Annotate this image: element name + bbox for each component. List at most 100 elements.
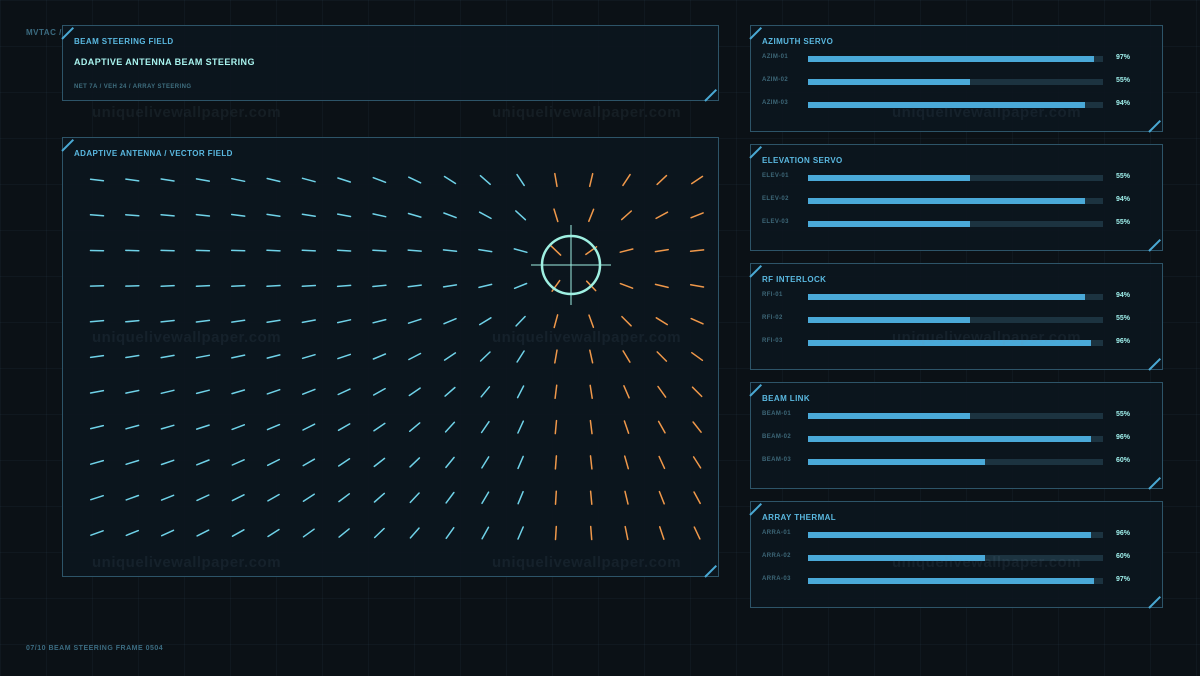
field-vector	[160, 213, 175, 217]
field-vector	[125, 319, 140, 323]
progress-fill	[808, 459, 985, 465]
status-row: ARRA-03 97%	[751, 574, 1162, 588]
status-row-label: BEAM-03	[762, 457, 792, 463]
field-vector	[481, 456, 490, 469]
field-vector	[301, 177, 316, 183]
status-row: BEAM-01 55%	[751, 409, 1162, 423]
field-vector	[301, 213, 316, 218]
field-vector	[338, 493, 351, 503]
status-row-value: 94%	[1116, 292, 1131, 299]
status-row: ARRA-01 96%	[751, 528, 1162, 542]
field-vector	[407, 284, 422, 288]
status-row-label: ELEV-02	[762, 196, 789, 202]
field-vector	[302, 458, 316, 467]
field-vector	[337, 177, 352, 183]
field-vector	[160, 178, 175, 182]
field-vector	[160, 494, 175, 501]
field-vector	[550, 245, 562, 256]
field-vector	[160, 389, 175, 395]
field-vector	[554, 455, 558, 470]
field-vector	[301, 319, 316, 324]
field-vector	[125, 494, 140, 501]
status-panel-title: BEAM LINK	[762, 394, 811, 403]
field-vector	[589, 455, 593, 470]
field-vector	[623, 420, 630, 434]
field-vector	[478, 283, 493, 289]
field-vector	[231, 424, 246, 431]
field-vector	[302, 528, 315, 538]
vector-field[interactable]	[63, 138, 718, 576]
status-row-value: 96%	[1116, 434, 1131, 441]
field-vector	[481, 526, 490, 540]
field-vector	[690, 212, 704, 219]
status-row: RFI-01 94%	[751, 290, 1162, 304]
field-vector	[589, 384, 593, 399]
progress-track	[808, 532, 1103, 538]
field-vector	[125, 459, 140, 466]
status-row-value: 55%	[1116, 411, 1131, 418]
field-vector	[89, 459, 105, 465]
field-vector	[338, 528, 350, 538]
field-vector	[589, 490, 593, 505]
field-vector	[656, 174, 668, 186]
field-vector	[692, 456, 702, 469]
progress-fill	[808, 294, 1086, 300]
field-vector	[658, 526, 665, 540]
field-vector	[444, 421, 456, 433]
corner-accent	[1149, 237, 1163, 251]
progress-fill	[808, 175, 971, 181]
field-vector	[481, 491, 490, 505]
field-vector	[125, 214, 140, 217]
field-vector	[409, 457, 421, 468]
field-vector	[408, 176, 422, 184]
progress-track	[808, 459, 1103, 465]
field-vector	[554, 384, 558, 400]
field-vector	[125, 529, 140, 537]
field-vector	[517, 420, 525, 434]
field-vector	[445, 456, 455, 469]
field-vector	[444, 386, 456, 397]
progress-track	[808, 221, 1103, 227]
field-vector	[516, 350, 525, 363]
field-vector	[554, 419, 558, 435]
progress-fill	[808, 436, 1092, 442]
field-vector	[336, 249, 352, 252]
progress-fill	[808, 317, 971, 323]
corner-accent	[1149, 118, 1163, 132]
status-row-label: AZIM-02	[762, 77, 789, 83]
field-vector	[266, 354, 281, 359]
field-vector	[301, 353, 316, 360]
field-vector	[553, 208, 559, 223]
target-reticle-icon[interactable]	[531, 225, 611, 305]
field-vector	[479, 174, 491, 186]
field-vector	[160, 284, 175, 287]
status-row: RFI-02 55%	[751, 313, 1162, 327]
field-vector	[624, 525, 629, 541]
field-vector	[372, 249, 387, 252]
field-vector	[373, 492, 386, 503]
status-row: AZIM-01 97%	[751, 52, 1162, 66]
corner-accent	[1149, 356, 1163, 370]
status-row-label: ARRA-03	[762, 576, 791, 582]
field-vector	[372, 176, 387, 184]
field-vector	[266, 423, 281, 431]
field-vector	[231, 459, 245, 466]
field-vector	[442, 284, 458, 288]
watermark: uniquelivewallpaper.com	[492, 554, 682, 571]
status-row-value: 94%	[1116, 100, 1131, 107]
field-vector	[230, 213, 246, 217]
watermark: uniquelivewallpaper.com	[892, 329, 1082, 346]
field-vector	[372, 213, 387, 218]
watermark: uniquelivewallpaper.com	[92, 104, 282, 121]
field-vector	[689, 284, 705, 288]
field-vector	[516, 385, 525, 399]
field-vector	[266, 319, 281, 323]
status-row-label: ARRA-02	[762, 553, 791, 559]
field-vector	[407, 249, 422, 252]
field-vector	[513, 248, 528, 254]
status-row-value: 96%	[1116, 530, 1131, 537]
field-vector	[160, 529, 175, 537]
status-row-label: RFI-02	[762, 315, 783, 321]
status-row: ELEV-01 55%	[751, 171, 1162, 185]
status-row: BEAM-03 60%	[751, 455, 1162, 469]
